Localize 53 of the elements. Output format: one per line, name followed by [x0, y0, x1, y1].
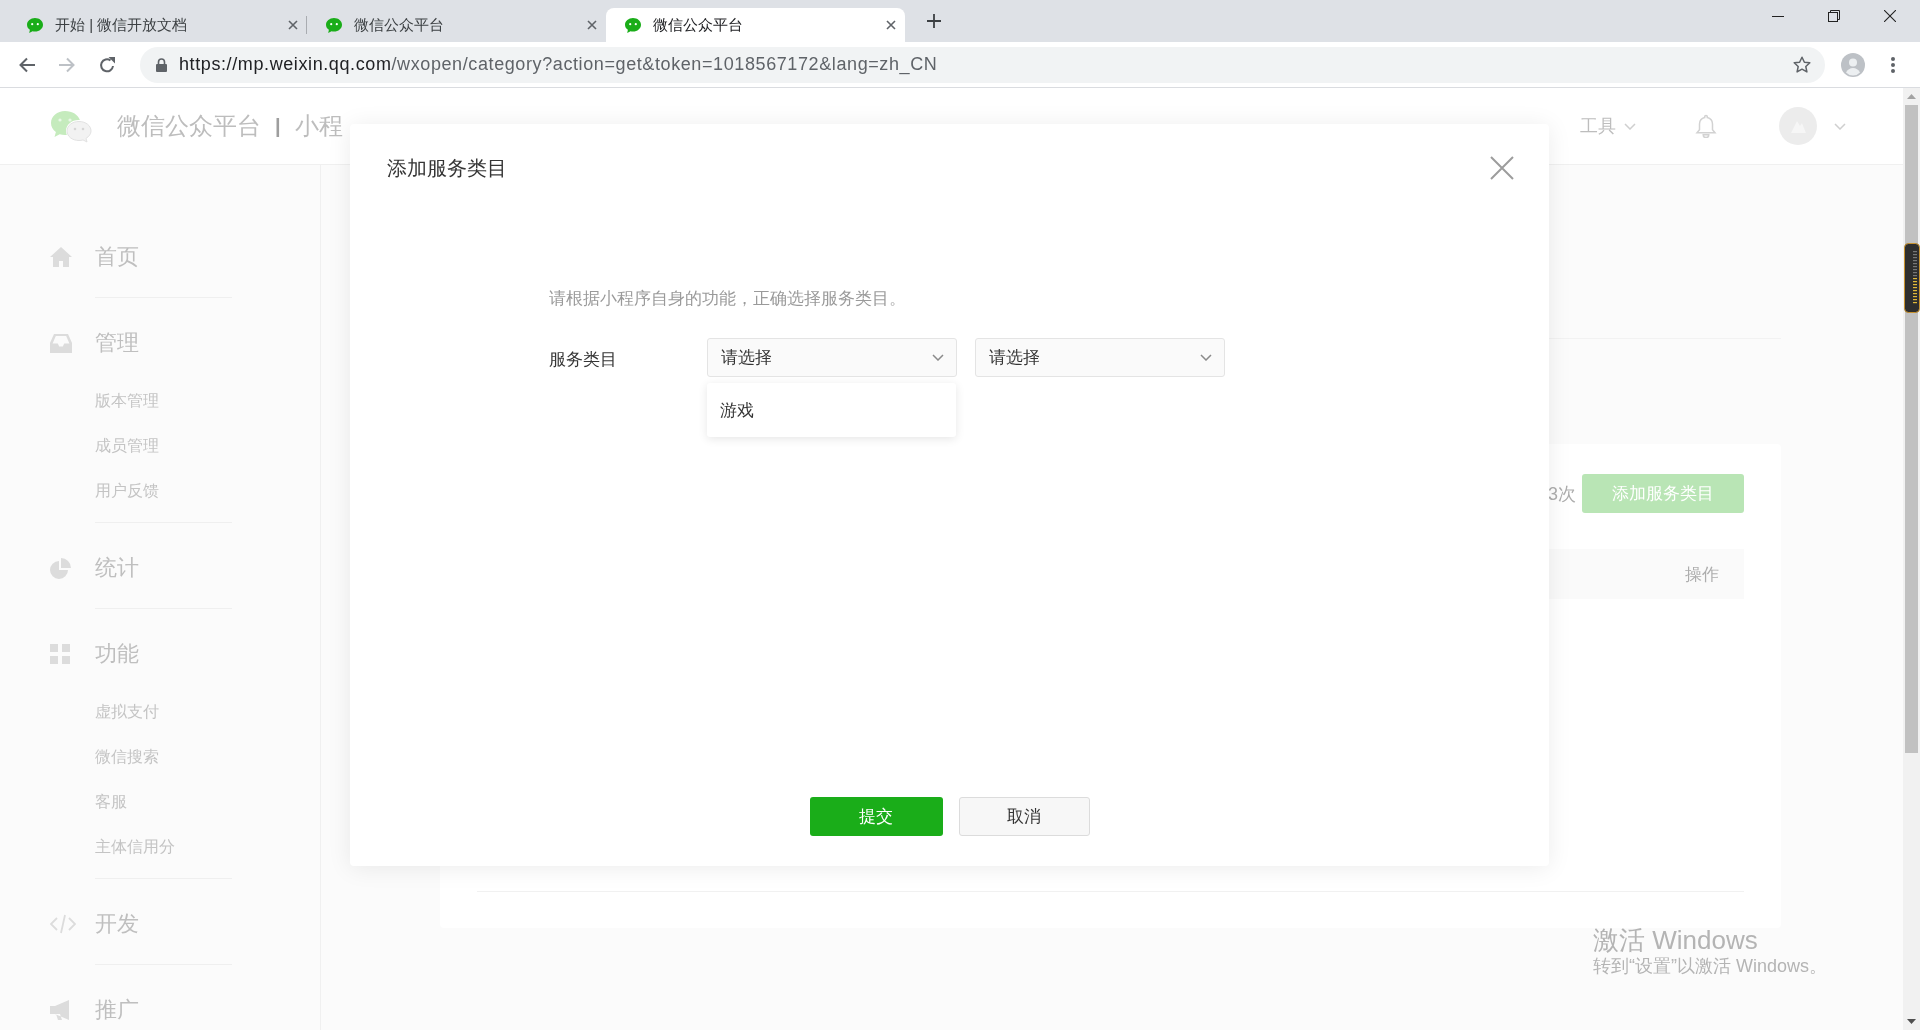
reload-icon[interactable] — [99, 56, 115, 73]
add-category-button[interactable]: 添加服务类目 — [1582, 474, 1744, 513]
sidebar-item[interactable]: 功能 — [50, 629, 139, 679]
scroll-down-icon[interactable] — [1907, 1019, 1916, 1024]
chat-bubble-icon — [624, 16, 642, 34]
close-icon[interactable] — [886, 20, 896, 30]
restore-icon[interactable] — [1828, 10, 1840, 22]
product-title: 小程 — [294, 111, 343, 141]
dialog-title: 添加服务类目 — [387, 155, 507, 181]
platform-title: 微信公众平台 — [117, 111, 261, 141]
watermark-title: 激活 Windows — [1593, 924, 1758, 956]
chevron-down-icon — [1200, 354, 1212, 361]
address-bar[interactable]: https://mp.weixin.qq.com/wxopen/category?action=get&token=1018567172&lang=zh_CN — [140, 46, 1825, 83]
sidebar-item[interactable]: 推广 — [50, 985, 139, 1030]
watermark-text: 转到“设置”以激活 Windows。 — [1593, 955, 1827, 978]
cancel-button[interactable]: 取消 — [958, 797, 1090, 836]
house-icon — [50, 247, 72, 267]
title-separator: | — [275, 114, 281, 138]
pie-chart-icon — [50, 557, 71, 579]
browser-tab[interactable]: 微信公众平台 — [606, 8, 905, 42]
dropdown-option[interactable]: 游戏 — [707, 389, 956, 431]
column-header: 操作 — [1685, 563, 1719, 586]
close-icon[interactable] — [587, 20, 597, 30]
browser-tab[interactable]: 微信公众平台 — [307, 8, 606, 42]
category-select[interactable]: 请选择 — [707, 338, 957, 377]
close-icon[interactable] — [1884, 10, 1896, 22]
sidebar-item[interactable]: 首页 — [50, 232, 139, 282]
back-arrow-icon[interactable] — [19, 56, 35, 73]
grip-handle-icon[interactable] — [1904, 243, 1920, 313]
star-icon[interactable] — [1793, 55, 1811, 74]
lock-icon — [156, 57, 167, 72]
field-label: 服务类目 — [549, 349, 618, 371]
sidebar-item[interactable]: 统计 — [50, 543, 139, 593]
megaphone-icon — [50, 1000, 72, 1020]
code-brackets-icon — [50, 914, 76, 934]
plus-icon[interactable] — [927, 14, 941, 28]
more-menu-icon[interactable] — [1891, 56, 1895, 73]
grid-icon — [50, 644, 70, 664]
close-icon[interactable] — [288, 20, 298, 30]
sidebar-item[interactable]: 管理 — [50, 318, 139, 368]
quota-text: 3次 — [1548, 482, 1576, 506]
minimize-icon[interactable] — [1772, 15, 1784, 17]
nav-menu[interactable]: 工具 — [1580, 114, 1636, 138]
hint-text: 请根据小程序自身的功能，正确选择服务类目。 — [549, 288, 906, 310]
sidebar-item[interactable]: 开发 — [50, 899, 139, 949]
chat-bubble-icon — [325, 16, 343, 34]
chevron-down-icon — [932, 354, 944, 361]
submit-button[interactable]: 提交 — [809, 797, 943, 836]
inbox-tray-icon — [50, 333, 72, 353]
chat-bubbles-logo-icon — [50, 109, 92, 143]
category-select[interactable]: 请选择 — [975, 338, 1225, 377]
chat-bubble-icon — [26, 16, 44, 34]
caret-down-icon — [1624, 122, 1636, 130]
